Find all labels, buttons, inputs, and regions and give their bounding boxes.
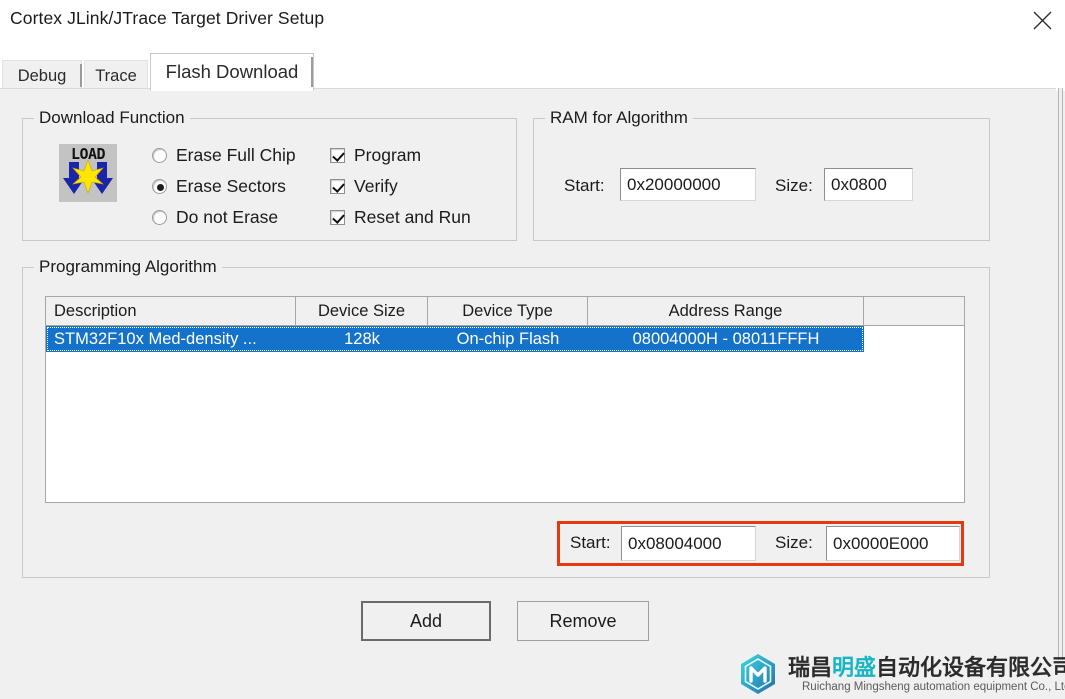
driver-setup-dialog: Cortex JLink/JTrace Target Driver Setup … <box>0 0 1065 699</box>
vertical-scrollbar[interactable] <box>1058 88 1063 660</box>
watermark-logo: 瑞昌明盛自动化设备有限公司 Ruichang Mingsheng automat… <box>736 650 1065 698</box>
checkbox-reset-and-run-label: Reset and Run <box>354 207 471 227</box>
radio-indicator <box>152 210 167 225</box>
hexagon-logo-icon <box>741 654 775 694</box>
radio-indicator <box>152 179 167 194</box>
watermark-cn-suffix: 自动化设备有限公司 <box>876 654 1065 680</box>
radio-erase-sectors[interactable]: Erase Sectors <box>152 176 286 197</box>
checkbox-verify[interactable]: Verify <box>330 176 398 197</box>
cell-device-size: 128k <box>344 329 380 348</box>
checkbox-indicator <box>330 179 345 194</box>
tab-trace[interactable]: Trace <box>84 60 148 91</box>
checkbox-reset-and-run[interactable]: Reset and Run <box>330 207 471 228</box>
tab-debug-label: Debug <box>17 66 67 85</box>
checkbox-indicator <box>330 210 345 225</box>
algorithm-start-label: Start: <box>570 533 611 552</box>
download-function-label: Download Function <box>34 108 190 128</box>
algorithm-size-input[interactable]: 0x0000E000 <box>826 526 960 561</box>
cell-description: STM32F10x Med-density ... <box>54 329 257 348</box>
add-button[interactable]: Add <box>361 601 491 641</box>
programming-algorithm-table: Description Device Size Device Type Addr… <box>45 296 965 503</box>
watermark-text: 瑞昌明盛自动化设备有限公司 Ruichang Mingsheng automat… <box>788 655 1065 694</box>
radio-erase-sectors-label: Erase Sectors <box>176 176 286 196</box>
title-bar: Cortex JLink/JTrace Target Driver Setup <box>0 0 1065 40</box>
radio-indicator <box>152 148 167 163</box>
programming-algorithm-label: Programming Algorithm <box>34 257 222 277</box>
tab-trace-label: Trace <box>95 66 137 85</box>
column-header-device-size[interactable]: Device Size <box>296 297 428 325</box>
tab-debug[interactable]: Debug <box>2 60 82 91</box>
ram-start-label: Start: <box>564 176 605 195</box>
column-header-device-type[interactable]: Device Type <box>428 297 588 325</box>
checkbox-verify-label: Verify <box>354 176 398 196</box>
radio-do-not-erase-label: Do not Erase <box>176 207 279 227</box>
tab-separator <box>80 64 82 87</box>
tab-flash-download-label: Flash Download <box>165 61 299 82</box>
close-icon[interactable] <box>1019 0 1065 40</box>
tab-separator <box>311 57 313 87</box>
ram-size-label: Size: <box>775 176 813 195</box>
ram-start-input[interactable]: 0x20000000 <box>620 168 756 201</box>
column-header-address-range[interactable]: Address Range <box>588 297 864 325</box>
radio-erase-full-chip[interactable]: Erase Full Chip <box>152 145 296 166</box>
radio-erase-full-chip-label: Erase Full Chip <box>176 145 296 165</box>
watermark-company-cn: 瑞昌明盛自动化设备有限公司 <box>788 655 1065 680</box>
watermark-company-en: Ruichang Mingsheng automation equipment … <box>802 680 1065 693</box>
table-row[interactable]: STM32F10x Med-density ... 128k On-chip F… <box>46 326 864 352</box>
watermark-cn-prefix: 瑞昌 <box>788 654 833 680</box>
window-title: Cortex JLink/JTrace Target Driver Setup <box>10 8 325 28</box>
column-header-description[interactable]: Description <box>46 297 296 325</box>
remove-button[interactable]: Remove <box>517 601 649 641</box>
cell-device-type: On-chip Flash <box>456 329 560 348</box>
tab-strip: Debug Trace Flash Download <box>0 40 1065 91</box>
table-header-row: Description Device Size Device Type Addr… <box>46 297 964 326</box>
radio-do-not-erase[interactable]: Do not Erase <box>152 207 278 228</box>
checkbox-indicator <box>330 148 345 163</box>
tab-flash-download[interactable]: Flash Download <box>150 53 314 91</box>
column-header-blank[interactable] <box>864 297 964 325</box>
algorithm-size-label: Size: <box>775 533 813 552</box>
checkbox-program-label: Program <box>354 145 422 165</box>
checkbox-program[interactable]: Program <box>330 145 421 166</box>
ram-for-algorithm-label: RAM for Algorithm <box>545 108 693 128</box>
cell-address-range: 08004000H - 08011FFFH <box>632 329 820 348</box>
ram-size-input[interactable]: 0x0800 <box>824 168 913 201</box>
watermark-cn-accent: 明盛 <box>832 654 877 680</box>
load-icon: LOAD <box>59 144 117 202</box>
algorithm-start-input[interactable]: 0x08004000 <box>621 526 756 561</box>
